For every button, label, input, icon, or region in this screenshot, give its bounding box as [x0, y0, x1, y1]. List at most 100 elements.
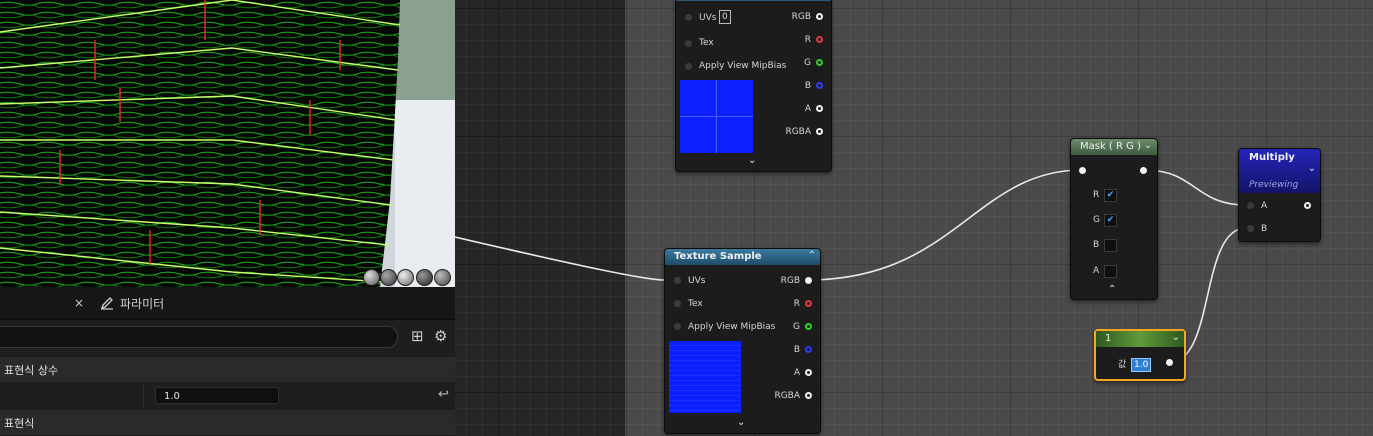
constant-value-input[interactable]: 1.0 — [1131, 358, 1152, 372]
output-a-pin[interactable] — [816, 105, 823, 112]
settings-gear-icon[interactable]: ⚙ — [434, 327, 447, 345]
expand-chevron-icon[interactable]: ⌄ — [737, 417, 745, 428]
node-header-strip — [676, 0, 831, 1]
section-expression-constant-label: 표현식 상수 — [4, 363, 59, 377]
uvs-label: UVs — [699, 13, 717, 23]
preview-cube-button[interactable] — [416, 269, 433, 286]
table-view-icon[interactable]: ⊞ — [411, 327, 424, 345]
output-b-label: B — [793, 345, 800, 355]
wire-viewport-to-texture — [455, 236, 665, 281]
constant-node[interactable]: 1 ⌄ 값 1.0 — [1094, 329, 1186, 381]
mask-input-pin[interactable] — [1079, 167, 1086, 174]
output-b-pin[interactable] — [805, 346, 812, 353]
section-expression[interactable]: 표현식 — [0, 410, 455, 435]
output-rgb-label: RGB — [780, 276, 800, 286]
output-b-label: B — [804, 81, 811, 91]
mipbias-input-pin[interactable] — [674, 323, 681, 330]
tex-input-pin[interactable] — [685, 40, 692, 47]
input-b-label: B — [1261, 224, 1268, 234]
preview-plane-button[interactable] — [397, 269, 414, 286]
input-a-pin[interactable] — [1247, 202, 1254, 209]
uvs-label: UVs — [688, 276, 706, 286]
output-g-pin[interactable] — [805, 323, 812, 330]
expand-chevron-icon[interactable]: ⌃ — [1108, 284, 1116, 295]
mask-output-pin[interactable] — [1140, 167, 1147, 174]
uvs-input-pin[interactable] — [674, 277, 681, 284]
collapse-chevron-icon[interactable]: ⌄ — [1308, 163, 1316, 174]
output-b-pin[interactable] — [816, 82, 823, 89]
constant-value-field[interactable]: 1.0 — [155, 387, 279, 404]
channel-r-label: R — [1093, 190, 1100, 200]
collapse-chevron-icon[interactable]: ⌄ — [748, 155, 756, 166]
constant-output-pin[interactable] — [1166, 359, 1173, 366]
previewing-label: Previewing — [1249, 180, 1299, 190]
output-g-pin[interactable] — [816, 59, 823, 66]
output-r-label: R — [804, 35, 811, 45]
output-r-label: R — [793, 299, 800, 309]
texture-sample-title: Texture Sample — [665, 249, 820, 265]
channel-a-checkbox[interactable] — [1104, 265, 1117, 278]
details-panel: × 파라미터 ⊞ ⚙ 표현식 상수 표현식 — [0, 287, 455, 436]
channel-b-label: B — [1093, 240, 1100, 250]
output-rgb-pin[interactable] — [805, 277, 812, 284]
channel-b-checkbox[interactable] — [1104, 239, 1117, 252]
collapse-chevron-icon[interactable]: ⌃ — [808, 250, 816, 261]
texture-sample-node[interactable]: Texture Sample ⌃ UVs Tex Apply View MipB… — [664, 248, 821, 434]
tex-label: Tex — [688, 299, 703, 309]
preview-custom-mesh-button[interactable] — [434, 269, 451, 286]
collapse-chevron-icon[interactable]: ⌄ — [1144, 140, 1152, 151]
output-g-label: G — [793, 322, 800, 332]
tex-label: Tex — [699, 38, 714, 48]
tex-input-pin[interactable] — [674, 300, 681, 307]
multiply-output-pin[interactable] — [1304, 202, 1311, 209]
output-a-label: A — [793, 368, 800, 378]
section-expression-label: 표현식 — [4, 416, 35, 430]
output-a-label: A — [804, 104, 811, 114]
uvs-index-field[interactable]: 0 — [719, 10, 731, 24]
output-a-pin[interactable] — [805, 369, 812, 376]
section-expression-constant[interactable]: 표현식 상수 — [0, 357, 455, 382]
mipbias-label: Apply View MipBias — [688, 322, 776, 332]
output-rgb-label: RGB — [791, 12, 811, 22]
output-rgba-pin[interactable] — [805, 392, 812, 399]
preview-sphere-button[interactable] — [363, 269, 380, 286]
uvs-input-pin[interactable] — [685, 14, 692, 21]
mipbias-label: Apply View MipBias — [699, 61, 787, 71]
preview-mesh-render — [0, 0, 455, 287]
input-b-pin[interactable] — [1247, 225, 1254, 232]
multiply-node[interactable]: Multiply ⌄ Previewing A B — [1238, 148, 1321, 242]
input-a-label: A — [1261, 201, 1268, 211]
details-search-input[interactable] — [0, 326, 398, 348]
material-preview-viewport[interactable] — [0, 0, 455, 287]
texture-preview-thumbnail — [680, 80, 753, 153]
mask-node[interactable]: Mask ( R G ) ⌄ R ✔ G ✔ B A ⌃ — [1070, 138, 1158, 300]
reset-to-default-icon[interactable]: ↩ — [438, 387, 449, 402]
material-graph-canvas[interactable]: UVs 0 Tex Apply View MipBias RGB R G B A… — [455, 0, 1373, 436]
channel-g-label: G — [1093, 215, 1100, 225]
wire-mask-to-multiply-a — [1144, 169, 1247, 206]
channel-g-checkbox[interactable]: ✔ — [1104, 214, 1117, 227]
output-rgba-label: RGBA — [774, 391, 800, 401]
output-r-pin[interactable] — [816, 36, 823, 43]
preview-cylinder-button[interactable] — [380, 269, 397, 286]
output-g-label: G — [804, 58, 811, 68]
column-divider — [143, 383, 144, 409]
output-r-pin[interactable] — [805, 300, 812, 307]
channel-a-label: A — [1093, 266, 1100, 276]
tab-parameters-label: 파라미터 — [120, 296, 165, 311]
constant-value-row: 1.0 ↩ — [0, 383, 455, 409]
collapse-chevron-icon[interactable]: ⌄ — [1172, 332, 1180, 343]
texture-preview-thumbnail — [669, 341, 741, 413]
wire-rgb-to-mask — [806, 169, 1083, 281]
close-tab-icon[interactable]: × — [74, 296, 84, 310]
tab-parameters[interactable]: 파라미터 — [100, 287, 300, 319]
output-rgb-pin[interactable] — [816, 13, 823, 20]
pencil-icon — [100, 297, 113, 310]
multiply-title: Multiply — [1249, 152, 1295, 163]
channel-r-checkbox[interactable]: ✔ — [1104, 189, 1117, 202]
graph-wires — [455, 169, 1247, 363]
details-tab-bar: × 파라미터 — [0, 287, 455, 320]
mipbias-input-pin[interactable] — [685, 63, 692, 70]
output-rgba-pin[interactable] — [816, 128, 823, 135]
texture-sample-node-top[interactable]: UVs 0 Tex Apply View MipBias RGB R G B A… — [675, 0, 832, 172]
